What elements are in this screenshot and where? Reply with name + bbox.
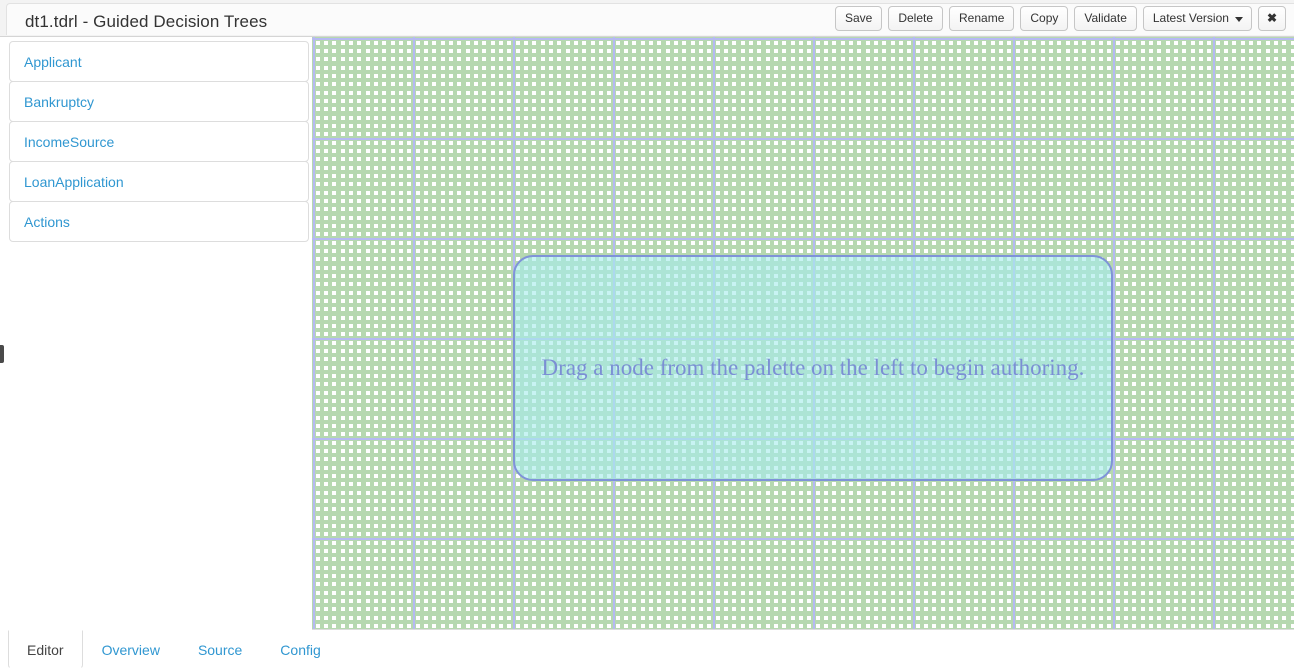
copy-button[interactable]: Copy — [1020, 6, 1068, 31]
palette-item-label[interactable]: Actions — [24, 214, 70, 230]
save-button[interactable]: Save — [835, 6, 882, 31]
close-button[interactable]: ✖ — [1258, 6, 1286, 31]
palette-item-bankruptcy[interactable]: Bankruptcy — [9, 81, 309, 122]
tab-overview[interactable]: Overview — [83, 630, 179, 669]
validate-button[interactable]: Validate — [1074, 6, 1136, 31]
tab-config[interactable]: Config — [261, 630, 339, 669]
node-palette: Applicant Bankruptcy IncomeSource LoanAp… — [0, 37, 312, 669]
delete-button[interactable]: Delete — [888, 6, 943, 31]
tab-source[interactable]: Source — [179, 630, 261, 669]
authoring-canvas[interactable]: Drag a node from the palette on the left… — [312, 37, 1294, 630]
palette-item-label[interactable]: Bankruptcy — [24, 94, 94, 110]
bottom-tab-bar: Editor Overview Source Config — [0, 630, 1294, 669]
close-icon: ✖ — [1267, 12, 1277, 25]
palette-item-applicant[interactable]: Applicant — [9, 41, 309, 82]
palette-item-loanapplication[interactable]: LoanApplication — [9, 161, 309, 202]
palette-item-label[interactable]: LoanApplication — [24, 174, 124, 190]
chevron-down-icon — [1235, 17, 1243, 22]
editor-toolbar: Save Delete Rename Copy Validate Latest … — [835, 6, 1286, 31]
version-dropdown-label: Latest Version — [1153, 11, 1229, 25]
palette-item-list: Applicant Bankruptcy IncomeSource LoanAp… — [9, 41, 309, 242]
drop-zone-message: Drag a node from the palette on the left… — [542, 355, 1085, 381]
panel-collapse-handle[interactable] — [0, 345, 4, 363]
version-dropdown-button[interactable]: Latest Version — [1143, 6, 1252, 31]
palette-item-incomesource[interactable]: IncomeSource — [9, 121, 309, 162]
tab-editor[interactable]: Editor — [8, 630, 83, 669]
rename-button[interactable]: Rename — [949, 6, 1014, 31]
node-drop-zone[interactable]: Drag a node from the palette on the left… — [513, 255, 1113, 481]
guided-decision-trees-editor: dt1.tdrl - Guided Decision Trees Save De… — [0, 0, 1294, 669]
palette-item-actions[interactable]: Actions — [9, 201, 309, 242]
palette-item-label[interactable]: Applicant — [24, 54, 82, 70]
page-title: dt1.tdrl - Guided Decision Trees — [25, 12, 267, 32]
palette-item-label[interactable]: IncomeSource — [24, 134, 114, 150]
tab-list: Editor Overview Source Config — [8, 630, 340, 669]
title-bar: dt1.tdrl - Guided Decision Trees Save De… — [0, 0, 1294, 37]
